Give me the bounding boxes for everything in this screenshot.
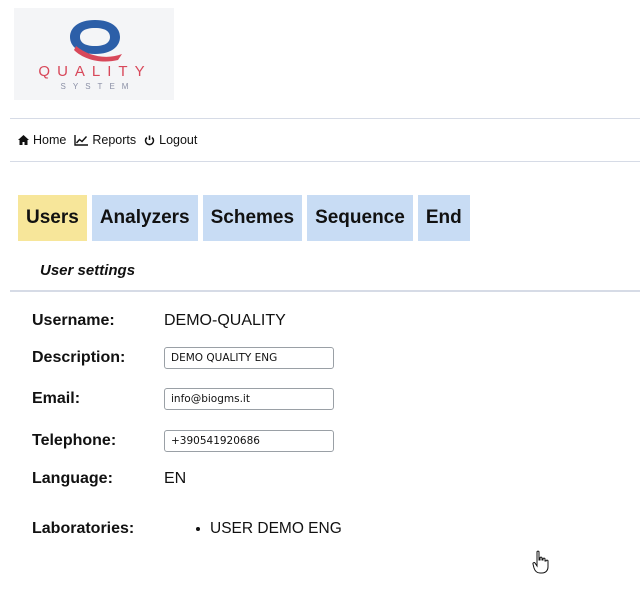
tab-analyzers[interactable]: Analyzers (91, 195, 198, 241)
nav-home[interactable]: Home (18, 133, 66, 147)
language-row: Language: (32, 470, 113, 488)
email-field[interactable]: info@biogms.it (164, 388, 334, 410)
username-value: DEMO-QUALITY (164, 312, 286, 329)
username-row: Username: (32, 312, 115, 330)
email-row: Email: (32, 390, 80, 408)
username-label: Username: (32, 312, 115, 329)
tab-end[interactable]: End (417, 195, 470, 241)
tab-schemes[interactable]: Schemes (202, 195, 303, 241)
logo: QUALITY SYSTEM (14, 8, 174, 100)
section-divider (10, 290, 640, 292)
description-label: Description: (32, 349, 126, 366)
telephone-label: Telephone: (32, 432, 117, 449)
language-label: Language: (32, 470, 113, 487)
list-bullet (196, 527, 200, 531)
laboratories-label: Laboratories: (32, 520, 135, 537)
description-field[interactable]: DEMO QUALITY ENG (164, 347, 334, 369)
description-row: Description: (32, 349, 125, 367)
telephone-row: Telephone: (32, 432, 116, 450)
nav-reports-label: Reports (92, 133, 137, 147)
email-label: Email: (32, 390, 81, 407)
section-title: User settings (40, 262, 136, 279)
language-value: EN (164, 470, 187, 487)
tab-bar: Users Analyzers Schemes Sequence End (18, 195, 475, 241)
hand-cursor-icon (532, 550, 550, 579)
telephone-field[interactable]: +390541920686 (164, 430, 334, 452)
logo-subtitle: SYSTEM (60, 82, 136, 91)
tab-users[interactable]: Users (18, 195, 87, 241)
nav-logout-label: Logout (159, 133, 198, 147)
home-icon (18, 135, 29, 145)
top-nav-bar: Home Reports Logout (10, 118, 640, 162)
laboratories-row: Laboratories: (32, 520, 134, 538)
nav-home-label: Home (33, 133, 67, 147)
nav-reports[interactable]: Reports (74, 133, 136, 147)
chart-icon (74, 134, 89, 146)
logo-wordmark: QUALITY (38, 63, 152, 80)
tab-sequence[interactable]: Sequence (307, 195, 413, 241)
laboratories-list: USER DEMO ENG (196, 520, 342, 538)
nav-logout[interactable]: Logout (144, 133, 197, 147)
power-icon (144, 135, 155, 146)
laboratory-item: USER DEMO ENG (210, 520, 342, 537)
logo-mark (70, 20, 122, 62)
